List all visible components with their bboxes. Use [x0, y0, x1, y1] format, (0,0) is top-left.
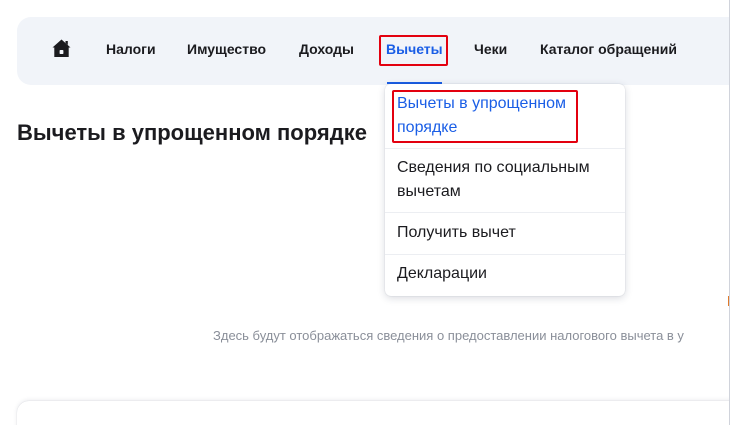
page: Налоги Имущество Доходы Вычеты Чеки Ката… [0, 0, 730, 425]
dropdown-divider [385, 212, 625, 213]
nav-item-receipts[interactable]: Чеки [474, 40, 507, 58]
dropdown-divider [385, 254, 625, 255]
highlight-box-simplified-deductions [392, 90, 578, 143]
dropdown-item-declarations[interactable]: Декларации [385, 262, 625, 286]
nav-item-property[interactable]: Имущество [187, 40, 266, 58]
page-title: Вычеты в упрощенном порядке [17, 120, 367, 145]
dropdown-item-social-deductions-info[interactable]: Сведения по социальным вычетам [385, 156, 625, 204]
dropdown-divider [385, 148, 625, 149]
nav-item-taxes[interactable]: Налоги [106, 40, 156, 58]
empty-state-message: Здесь будут отображаться сведения о пред… [213, 328, 684, 343]
content-card [17, 401, 729, 425]
highlight-box-deductions-tab [379, 35, 448, 66]
home-icon[interactable] [51, 38, 72, 59]
nav-item-income[interactable]: Доходы [299, 40, 354, 58]
nav-item-request-catalog[interactable]: Каталог обращений [540, 40, 677, 58]
dropdown-item-get-deduction[interactable]: Получить вычет [385, 221, 625, 245]
